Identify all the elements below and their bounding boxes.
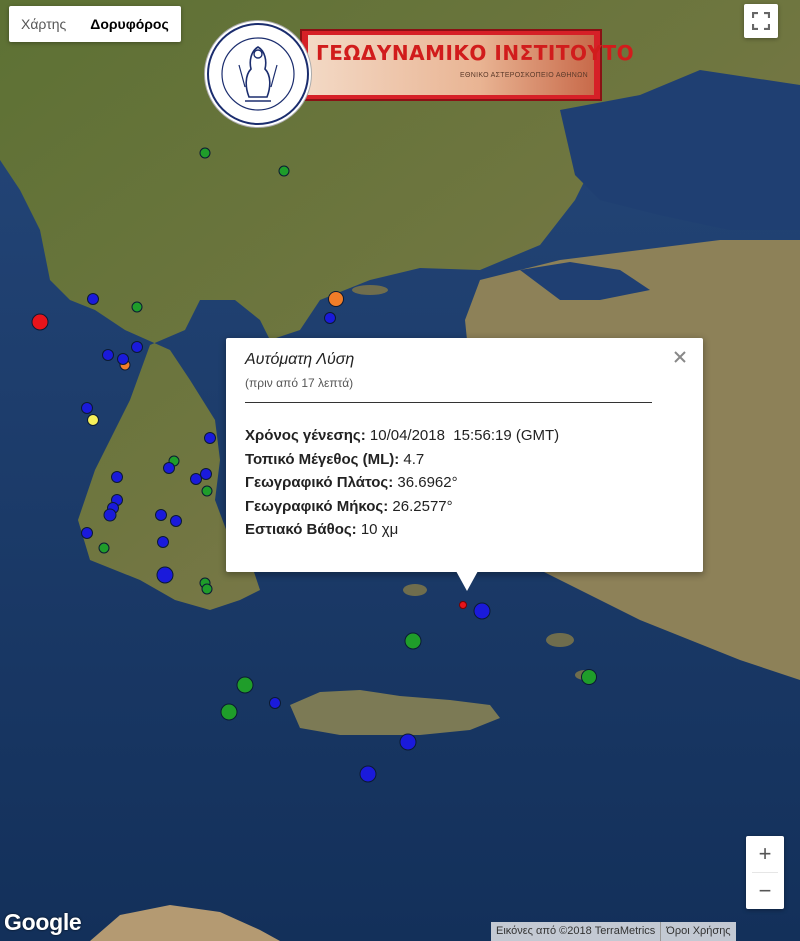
earthquake-marker[interactable] [328,291,344,307]
earthquake-marker[interactable] [102,349,114,361]
zoom-in-button[interactable]: + [746,836,784,872]
depth-row: Εστιακό Βάθος: 10 χμ [245,518,559,542]
island [546,633,574,647]
earthquake-marker[interactable] [131,341,143,353]
solution-title: Αυτόματη Λύση [245,351,355,368]
earthquake-marker[interactable] [155,509,167,521]
origin-time-row: Χρόνος γένεσης: 10/04/2018 15:56:19 (GMT… [245,424,559,448]
depth-label: Εστιακό Βάθος: [245,521,357,538]
earthquake-marker[interactable] [81,402,93,414]
earthquake-marker[interactable] [87,293,99,305]
earthquake-marker[interactable] [359,765,377,783]
map-type-satellite-button[interactable]: Δορυφόρος [78,6,180,42]
terms-link[interactable]: Όροι Χρήσης [661,922,736,941]
fullscreen-icon [752,12,770,30]
satellite-map[interactable]: Χάρτης Δορυφόρος ΓΕΩΔΥΝΑΜΙΚΟ ΙΝΣΤΙΤΟΥΤΟ … [0,0,800,941]
logo-subtitle: ΕΘΝΙΚΟ ΑΣΤΕΡΟΣΚΟΠΕΙΟ ΑΘΗΝΩΝ [460,72,588,79]
map-type-control: Χάρτης Δορυφόρος [9,6,181,42]
logo-banner: ΓΕΩΔΥΝΑΜΙΚΟ ΙΝΣΤΙΤΟΥΤΟ ΕΘΝΙΚΟ ΑΣΤΕΡΟΣΚΟΠ… [300,29,634,101]
origin-time-label: Χρόνος γένεσης: [245,427,366,444]
latitude-value: 36.6962° [397,474,458,491]
map-type-map-button[interactable]: Χάρτης [9,6,78,42]
earthquake-details: Χρόνος γένεσης: 10/04/2018 15:56:19 (GMT… [245,424,559,542]
earthquake-marker[interactable] [269,697,281,709]
earthquake-marker[interactable] [170,515,182,527]
earthquake-marker[interactable] [220,703,238,721]
earthquake-marker[interactable] [103,508,117,522]
magnitude-label: Τοπικό Μέγεθος (ML): [245,450,400,468]
close-button[interactable] [671,348,689,366]
longitude-label: Γεωγραφικό Μήκος: [245,497,389,515]
close-icon [674,351,686,363]
earthquake-marker[interactable] [98,542,110,554]
origin-time-value: 10/04/2018 15:56:19 (GMT) [369,427,560,444]
earthquake-marker[interactable] [278,165,290,177]
latitude-row: Γεωγραφικό Πλάτος: 36.6962° [245,471,559,495]
earthquake-marker[interactable] [117,353,129,365]
zoom-out-button[interactable]: − [746,873,784,909]
info-window-pointer [456,571,478,591]
elapsed-time: (πριν από 17 λεπτά) [245,376,354,390]
earthquake-marker[interactable] [324,312,336,324]
depth-value: 10 χμ [360,521,399,538]
island [352,285,388,295]
earthquake-marker[interactable] [201,583,213,595]
earthquake-marker[interactable] [131,301,143,313]
zoom-control: + − [746,836,784,909]
island [403,584,427,596]
earthquake-marker[interactable] [473,602,491,620]
google-logo[interactable]: Google [4,909,82,936]
institute-logo: ΓΕΩΔΥΝΑΜΙΚΟ ΙΝΣΤΙΤΟΥΤΟ ΕΘΝΙΚΟ ΑΣΤΕΡΟΣΚΟΠ… [204,20,634,128]
earthquake-marker[interactable] [111,471,123,483]
earthquake-marker[interactable] [81,527,93,539]
earthquake-marker[interactable] [31,313,49,331]
magnitude-row: Τοπικό Μέγεθος (ML): 4.7 [245,448,559,472]
longitude-row: Γεωγραφικό Μήκος: 26.2577° [245,495,559,519]
observatory-seal [204,20,312,128]
earthquake-marker[interactable] [399,733,417,751]
longitude-value: 26.2577° [392,497,453,515]
earthquake-marker[interactable] [201,485,213,497]
earthquake-marker[interactable] [204,432,216,444]
earthquake-marker[interactable] [156,566,174,584]
imagery-attribution: Εικόνες από ©2018 TerraMetrics [491,922,661,941]
magnitude-value: 4.7 [403,450,425,468]
map-attribution: Εικόνες από ©2018 TerraMetrics Όροι Χρήσ… [491,922,736,941]
divider [245,402,652,403]
earthquake-info-window: Αυτόματη Λύση (πριν από 17 λεπτά) Χρόνος… [226,338,703,572]
earthquake-marker[interactable] [236,676,254,694]
earthquake-marker[interactable] [157,536,169,548]
earthquake-marker[interactable] [404,632,422,650]
earthquake-marker[interactable] [87,414,99,426]
earthquake-marker[interactable] [163,462,175,474]
selected-earthquake-marker[interactable] [459,601,467,609]
earthquake-marker[interactable] [199,147,211,159]
fullscreen-button[interactable] [744,4,778,38]
latitude-label: Γεωγραφικό Πλάτος: [245,474,394,491]
earthquake-marker[interactable] [581,669,597,685]
logo-title: ΓΕΩΔΥΝΑΜΙΚΟ ΙΝΣΤΙΤΟΥΤΟ [316,41,635,65]
earthquake-marker[interactable] [200,468,212,480]
